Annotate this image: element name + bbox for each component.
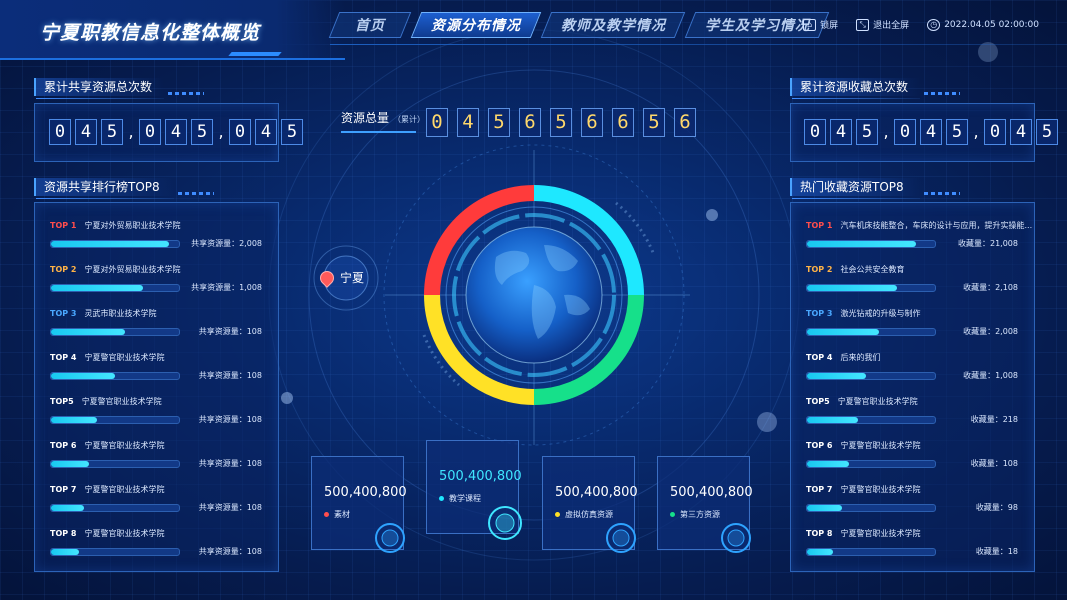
card-pedestals [375, 506, 751, 553]
